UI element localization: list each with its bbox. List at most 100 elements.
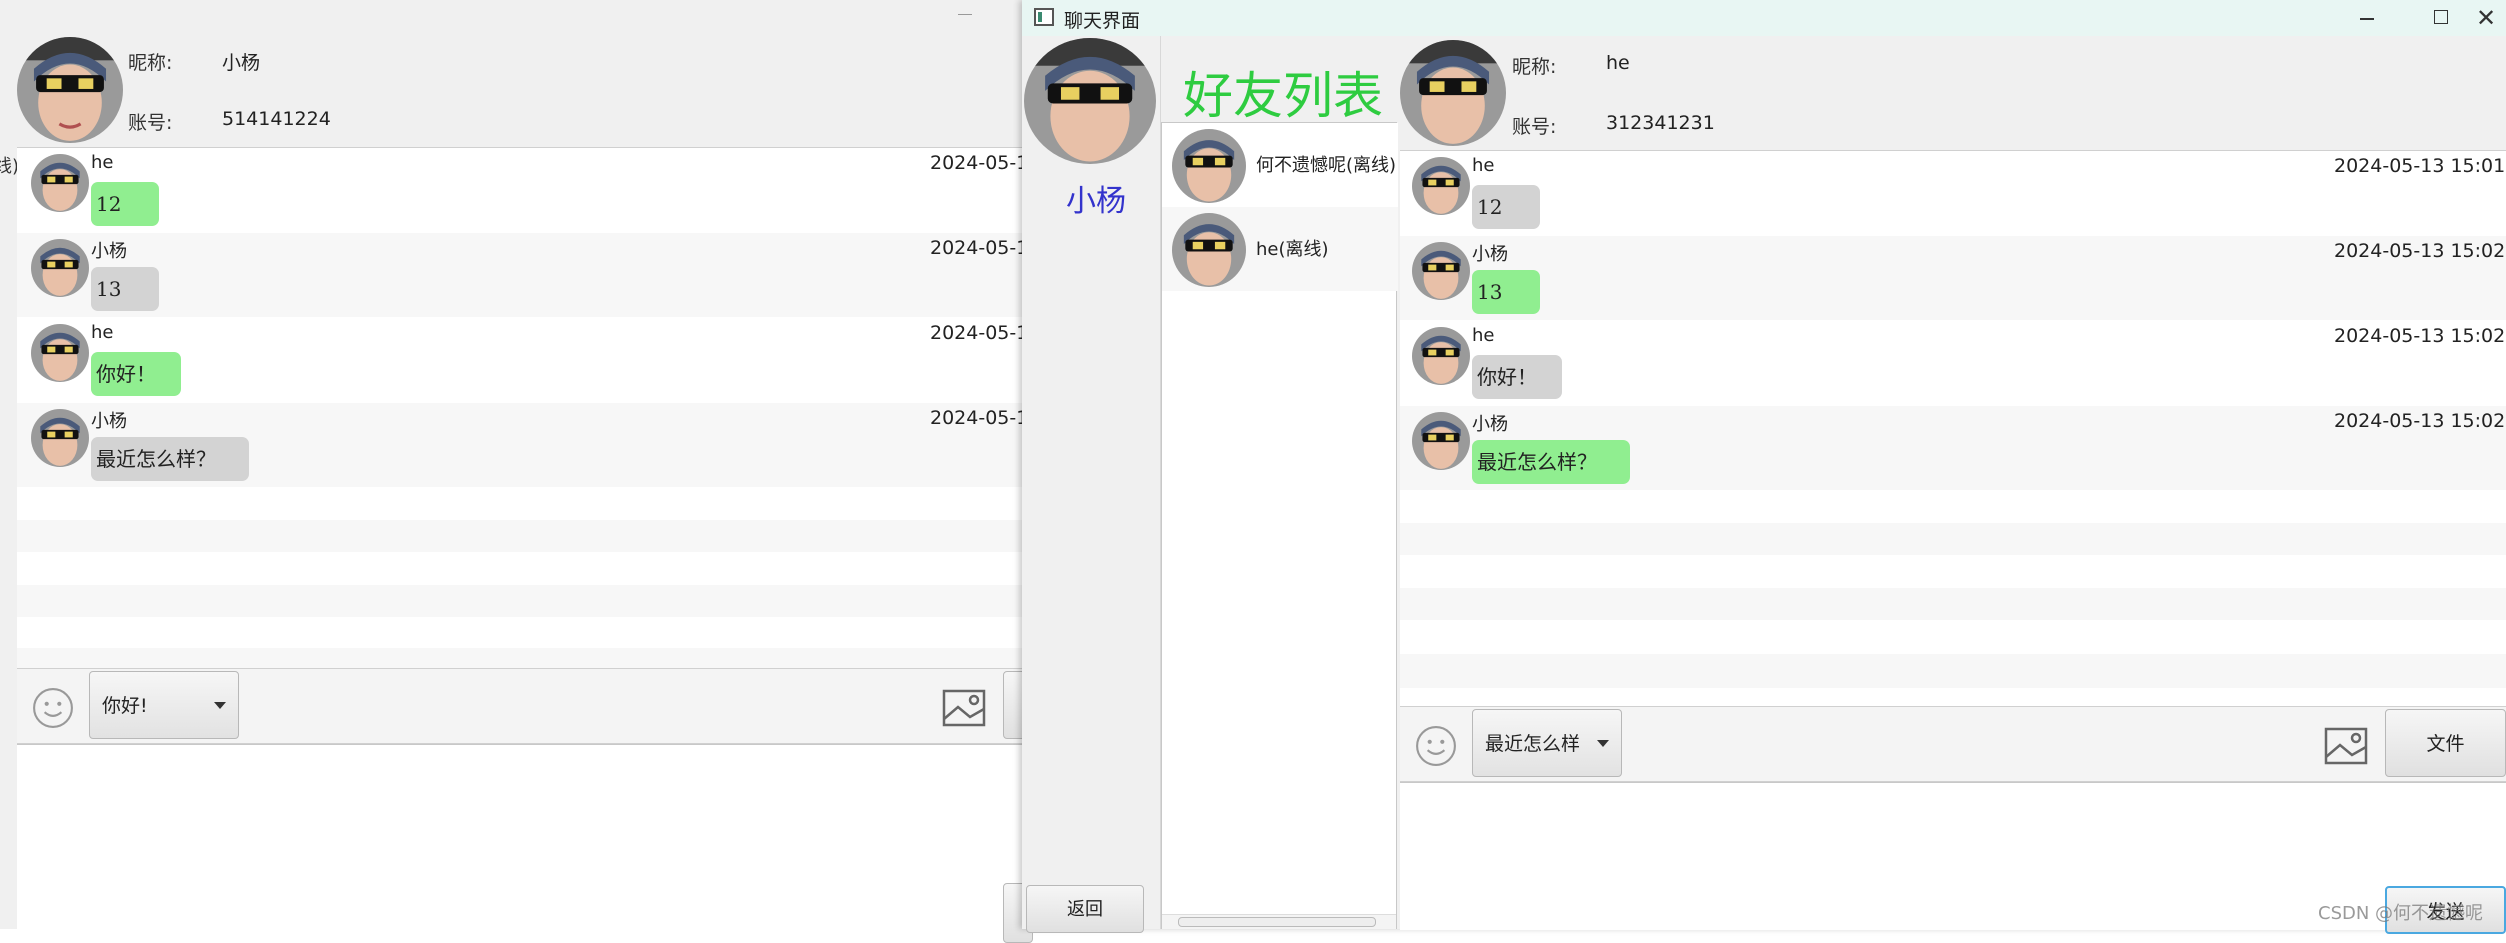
message-bubble: 最近怎么样？ [91, 437, 249, 481]
left-message-list[interactable]: he 2024-05-1 12 小杨 2024-05-1 13 he 2024-… [17, 147, 1028, 668]
empty-row [1400, 523, 2506, 555]
message-row: he 2024-05-13 15:01:59 12 [1400, 151, 2506, 235]
message-sender: he [1472, 155, 1495, 176]
message-bubble: 最近怎么样？ [1472, 440, 1630, 484]
message-avatar [1412, 327, 1470, 385]
avatar-photo-icon [1024, 38, 1156, 164]
image-icon[interactable] [942, 687, 986, 729]
partner-nickname-label: 昵称: [1512, 56, 1557, 78]
emoji-icon[interactable] [1415, 725, 1457, 767]
avatar-photo-icon [17, 37, 123, 143]
emoji-icon[interactable] [32, 687, 74, 729]
partner-account-value: 312341231 [1606, 112, 1715, 134]
empty-row [1400, 654, 2506, 688]
close-icon[interactable]: ✕ [2466, 0, 2506, 36]
friend-list-title: 好友列表 [1183, 67, 1383, 125]
message-row: he 2024-05-1 你好！ [17, 318, 1028, 402]
message-time: 2024-05-1 [930, 152, 1029, 174]
message-list[interactable]: he 2024-05-13 15:01:59 12 小杨 2024-05-13 … [1400, 150, 2506, 707]
window-title: 聊天界面 [1064, 10, 1141, 32]
message-time: 2024-05-13 15:02:04 [2334, 325, 2506, 347]
message-time: 2024-05-13 15:01:59 [2334, 155, 2506, 177]
message-sender: 小杨 [91, 411, 127, 432]
message-avatar [1412, 242, 1470, 300]
avatar-photo-icon [1412, 157, 1470, 215]
avatar-photo-icon [1412, 242, 1470, 300]
message-sender: 小杨 [91, 241, 127, 262]
message-time: 2024-05-1 [930, 237, 1029, 259]
left-minimize-icon[interactable] [958, 14, 972, 15]
combo-value: 最近怎么样 [1485, 733, 1581, 755]
message-sender: 小杨 [1472, 414, 1508, 435]
combo-value: 你好! [102, 695, 148, 717]
friend-list[interactable]: 何不遗憾呢(离线) he(离线) [1161, 122, 1398, 929]
image-icon[interactable] [2324, 725, 2368, 767]
friend-list-scrollbar[interactable] [1162, 914, 1396, 929]
avatar-photo-icon [1412, 412, 1470, 470]
avatar-photo-icon [1412, 327, 1470, 385]
message-bubble: 你好！ [91, 352, 181, 396]
friend-item[interactable]: 何不遗憾呢(离线) [1162, 123, 1398, 207]
partner-account-label: 账号: [1512, 116, 1557, 138]
message-sender: he [1472, 325, 1495, 346]
back-button[interactable]: 返回 [1026, 885, 1144, 933]
app-icon [1034, 8, 1054, 26]
csdn-watermark: CSDN @何不遗憾呢 [2318, 903, 2484, 924]
message-avatar [31, 154, 89, 212]
friend-panel: 好友列表 何不遗憾呢(离线) he(离线) [1160, 36, 1421, 929]
message-bubble: 13 [91, 267, 159, 311]
avatar-photo-icon [31, 324, 89, 382]
friend-name: 何不遗憾呢(离线) [1256, 155, 1397, 176]
message-sender: he [91, 152, 114, 173]
title-bar: 聊天界面 ✕ [1022, 0, 2506, 36]
friend-avatar [1172, 213, 1246, 287]
message-sender: 小杨 [1472, 244, 1508, 265]
quick-reply-combo[interactable]: 最近怎么样 [1472, 709, 1622, 777]
chevron-down-icon [214, 702, 226, 709]
message-row: 小杨 2024-05-13 15:02:02 13 [1400, 236, 2506, 320]
left-nickname-value: 小杨 [222, 52, 261, 74]
current-user-name: 小杨 [1066, 184, 1126, 219]
message-time: 2024-05-1 [930, 407, 1029, 429]
left-account-label: 账号: [128, 112, 173, 134]
empty-row [17, 520, 1024, 552]
file-button[interactable]: 文件 [2385, 709, 2506, 777]
partner-nickname-value: he [1606, 52, 1630, 74]
maximize-icon[interactable] [2416, 0, 2466, 36]
avatar-photo-icon [1172, 213, 1246, 287]
avatar-photo-icon [31, 154, 89, 212]
friend-avatar [1172, 129, 1246, 203]
chevron-down-icon [1597, 740, 1609, 747]
avatar-photo-icon [31, 239, 89, 297]
message-avatar [1412, 157, 1470, 215]
left-chat-window: 昵称: 小杨 账号: 514141224 线) he 2024-05-1 12 … [0, 0, 1033, 943]
message-row: 小杨 2024-05-13 15:02:06 最近怎么样？ [1400, 406, 2506, 490]
chat-area: 昵称: he 账号: 312341231 he 2024-05-13 15:01… [1400, 36, 2506, 934]
left-header-avatar [17, 37, 123, 143]
message-time: 2024-05-13 15:02:02 [2334, 240, 2506, 262]
friend-item[interactable]: he(离线) [1162, 207, 1398, 291]
minimize-icon[interactable] [2342, 0, 2392, 36]
message-row: 小杨 2024-05-1 13 [17, 233, 1028, 317]
message-sender: he [91, 322, 114, 343]
empty-row [17, 585, 1024, 617]
empty-row [17, 648, 1024, 668]
message-bubble: 12 [1472, 185, 1540, 229]
avatar-photo-icon [31, 409, 89, 467]
message-row: 小杨 2024-05-1 最近怎么样？ [17, 403, 1028, 487]
avatar-photo-icon [1400, 40, 1506, 146]
chat-partner-avatar [1400, 40, 1506, 146]
left-quick-reply-combo[interactable]: 你好! [89, 671, 239, 739]
message-time: 2024-05-13 15:02:06 [2334, 410, 2506, 432]
message-avatar [1412, 412, 1470, 470]
message-bubble: 13 [1472, 270, 1540, 314]
message-avatar [31, 324, 89, 382]
left-message-input[interactable] [17, 744, 1024, 930]
avatar-photo-icon [1172, 129, 1246, 203]
message-row: he 2024-05-1 12 [17, 148, 1028, 232]
friend-name: he(离线) [1256, 239, 1329, 260]
main-chat-window: 聊天界面 ✕ 小杨 返回 好友列表 何不遗憾呢(离线) he(离线) 昵称: h… [1022, 0, 2506, 934]
message-avatar [31, 239, 89, 297]
message-row: he 2024-05-13 15:02:04 你好！ [1400, 321, 2506, 405]
left-nickname-label: 昵称: [128, 52, 173, 74]
